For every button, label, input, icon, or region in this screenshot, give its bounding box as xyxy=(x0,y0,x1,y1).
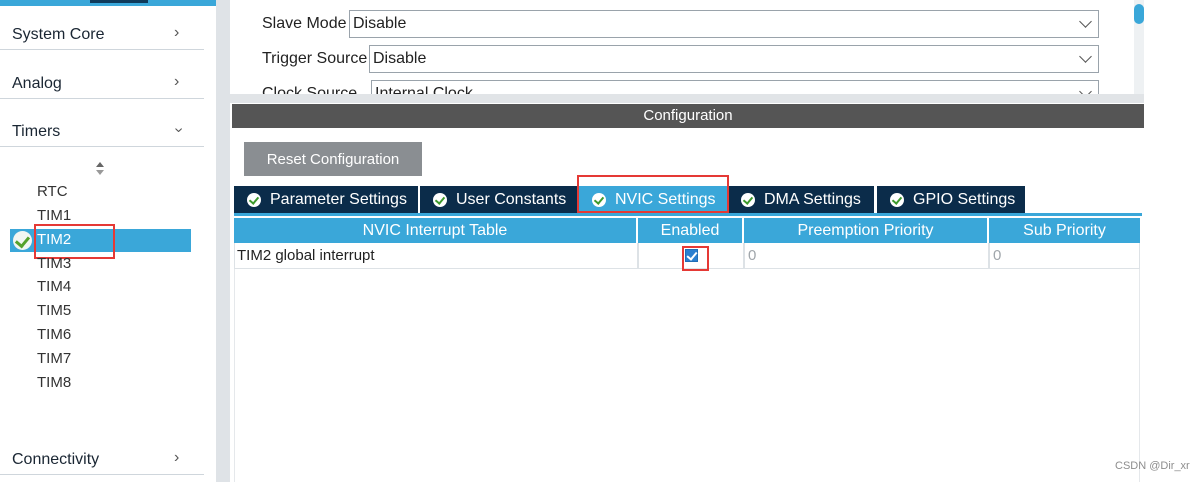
divider xyxy=(0,49,204,50)
category-analog-label: Analog xyxy=(12,75,62,92)
chevron-down-icon xyxy=(1079,50,1092,63)
column-header-enabled[interactable]: Enabled xyxy=(638,218,742,243)
trigger-source-value: Disable xyxy=(373,50,427,67)
divider xyxy=(0,146,204,147)
mode-panel: Slave Mode Disable Trigger Source Disabl… xyxy=(230,0,1144,96)
trigger-source-row: Trigger Source Disable xyxy=(230,45,1110,73)
reset-configuration-button[interactable]: Reset Configuration xyxy=(244,142,422,176)
trigger-source-label: Trigger Source xyxy=(262,50,368,67)
tab-dma-settings[interactable]: DMA Settings xyxy=(728,186,874,213)
peripheral-tim5[interactable]: TIM5 xyxy=(37,302,71,319)
tab-user-constants-label: User Constants xyxy=(456,191,567,208)
peripheral-rtc[interactable]: RTC xyxy=(37,183,68,200)
panel-splitter-horizontal[interactable] xyxy=(230,94,1144,103)
peripheral-tim1[interactable]: TIM1 xyxy=(37,207,71,224)
category-system-core[interactable]: System Core › xyxy=(0,22,204,50)
check-circle-icon xyxy=(741,193,755,207)
highlight-box-enabled-checkbox xyxy=(682,246,709,271)
highlight-box-tim2 xyxy=(34,224,115,259)
column-header-name[interactable]: NVIC Interrupt Table xyxy=(234,218,636,243)
table-cell-sub[interactable]: 0 xyxy=(989,243,1140,269)
peripheral-tim8[interactable]: TIM8 xyxy=(37,374,71,391)
panel-splitter[interactable] xyxy=(216,0,230,482)
chevron-right-icon: › xyxy=(174,449,180,466)
scrollbar-thumb[interactable] xyxy=(1134,4,1144,24)
column-header-preemption-label: Preemption Priority xyxy=(797,222,934,239)
tab-gpio-settings-label: GPIO Settings xyxy=(913,191,1016,208)
category-analog[interactable]: Analog › xyxy=(0,71,204,99)
chevron-right-icon: › xyxy=(174,73,180,90)
slave-mode-select[interactable]: Disable xyxy=(349,10,1099,38)
peripheral-tim3[interactable]: TIM3 xyxy=(37,255,71,272)
table-cell-name: TIM2 global interrupt xyxy=(234,243,638,269)
category-connectivity-label: Connectivity xyxy=(12,451,100,468)
watermark: CSDN @Dir_xr xyxy=(1115,460,1190,472)
configuration-title: Configuration xyxy=(643,107,733,124)
sort-icon[interactable] xyxy=(94,160,106,178)
column-header-sub[interactable]: Sub Priority xyxy=(989,218,1140,243)
interrupt-name: TIM2 global interrupt xyxy=(237,247,375,264)
sidebar: System Core › Analog › Timers › RTC TIM1… xyxy=(0,0,216,482)
tab-gpio-settings[interactable]: GPIO Settings xyxy=(877,186,1025,213)
column-header-preemption[interactable]: Preemption Priority xyxy=(744,218,987,243)
slave-mode-label: Slave Mode xyxy=(262,15,347,32)
tab-user-constants[interactable]: User Constants xyxy=(420,186,577,213)
mode-scrollbar[interactable] xyxy=(1134,0,1144,96)
slave-mode-row: Slave Mode Disable xyxy=(230,10,1110,38)
column-header-name-label: NVIC Interrupt Table xyxy=(362,222,508,239)
sidebar-top-bar-active xyxy=(90,0,148,3)
right-margin xyxy=(1144,96,1204,482)
divider xyxy=(0,474,204,475)
peripheral-tim4[interactable]: TIM4 xyxy=(37,278,71,295)
chevron-down-icon xyxy=(1079,15,1092,28)
configuration-header: Configuration xyxy=(232,104,1144,128)
chevron-right-icon: › xyxy=(174,24,180,41)
column-header-enabled-label: Enabled xyxy=(660,222,720,239)
sidebar-top-bar xyxy=(0,0,216,6)
check-circle-icon xyxy=(433,193,447,207)
tab-parameter-settings-label: Parameter Settings xyxy=(270,191,407,208)
tab-underline xyxy=(234,213,1142,216)
tab-parameter-settings[interactable]: Parameter Settings xyxy=(234,186,418,213)
peripheral-tim6[interactable]: TIM6 xyxy=(37,326,71,343)
check-circle-icon xyxy=(247,193,261,207)
peripheral-tim7[interactable]: TIM7 xyxy=(37,350,71,367)
chevron-down-icon: › xyxy=(170,127,188,133)
sub-priority-value: 0 xyxy=(993,247,1002,264)
table-cell-preemption[interactable]: 0 xyxy=(744,243,989,269)
trigger-source-select[interactable]: Disable xyxy=(369,45,1099,73)
slave-mode-value: Disable xyxy=(353,15,407,32)
tab-dma-settings-label: DMA Settings xyxy=(764,191,861,208)
table-body-area xyxy=(234,268,1140,482)
category-connectivity[interactable]: Connectivity › xyxy=(0,447,204,475)
highlight-box-nvic-tab xyxy=(577,175,729,213)
category-timers[interactable]: Timers › xyxy=(0,119,204,147)
check-circle-icon xyxy=(890,193,904,207)
category-timers-label: Timers xyxy=(12,123,61,140)
preemption-priority-value: 0 xyxy=(748,247,757,264)
check-circle-icon xyxy=(13,231,32,250)
divider xyxy=(0,98,204,99)
column-header-sub-label: Sub Priority xyxy=(1023,222,1106,239)
category-system-core-label: System Core xyxy=(12,26,105,43)
